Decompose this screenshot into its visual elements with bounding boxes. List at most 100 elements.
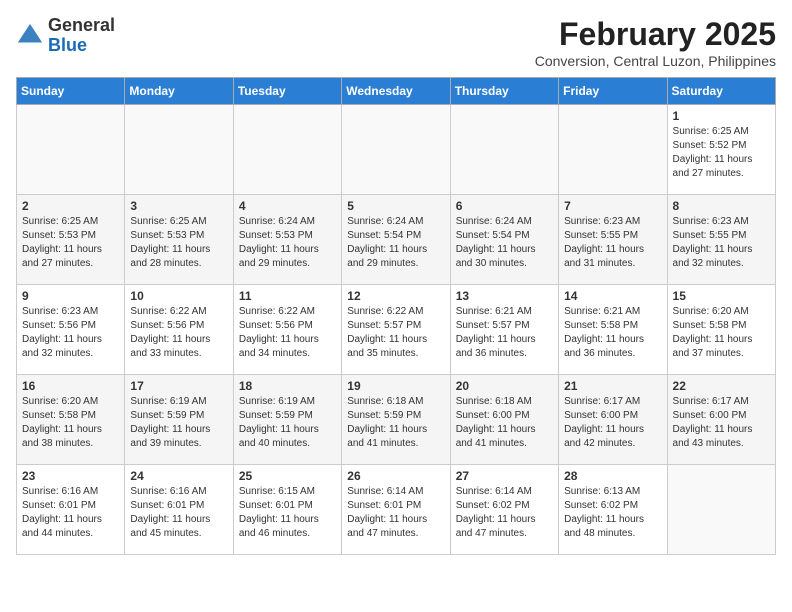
day-number: 21 [564,379,661,393]
day-cell: 2 Sunrise: 6:25 AM Sunset: 5:53 PM Daylig… [17,195,125,285]
day-cell: 20 Sunrise: 6:18 AM Sunset: 6:00 PM Dayli… [450,375,558,465]
day-number: 13 [456,289,553,303]
day-cell: 9Sunrise: 6:23 AM Sunset: 5:56 PM Daylig… [17,285,125,375]
column-header-thursday: Thursday [450,78,558,105]
day-info: Sunrise: 6:17 AM Sunset: 6:00 PM Dayligh… [564,395,661,451]
day-number: 27 [456,469,553,483]
week-row-2: 2 Sunrise: 6:25 AM Sunset: 5:53 PM Daylig… [17,195,776,285]
day-info: Sunrise: 6:25 AM Sunset: 5:53 PM Dayligh… [130,215,227,271]
day-number: 15 [673,289,770,303]
day-number: 25 [239,469,336,483]
day-number: 24 [130,469,227,483]
day-number: 22 [673,379,770,393]
day-number: 4 [239,199,336,213]
day-cell: 23Sunrise: 6:16 AM Sunset: 6:01 PM Dayli… [17,465,125,555]
day-info: Sunrise: 6:23 AM Sunset: 5:55 PM Dayligh… [673,215,770,271]
day-info: Sunrise: 6:23 AM Sunset: 5:56 PM Dayligh… [22,305,119,361]
day-info: Sunrise: 6:25 AM Sunset: 5:52 PM Dayligh… [673,125,770,181]
week-row-4: 16 Sunrise: 6:20 AM Sunset: 5:58 PM Dayli… [17,375,776,465]
day-info: Sunrise: 6:14 AM Sunset: 6:02 PM Dayligh… [456,485,553,541]
day-info: Sunrise: 6:19 AM Sunset: 5:59 PM Dayligh… [130,395,227,451]
day-number: 6 [456,199,553,213]
day-cell [450,105,558,195]
day-number: 7 [564,199,661,213]
day-number: 23 [22,469,119,483]
day-info: Sunrise: 6:17 AM Sunset: 6:00 PM Dayligh… [673,395,770,451]
day-info: Sunrise: 6:22 AM Sunset: 5:57 PM Dayligh… [347,305,444,361]
day-info: Sunrise: 6:20 AM Sunset: 5:58 PM Dayligh… [673,305,770,361]
day-number: 10 [130,289,227,303]
day-cell: 27 Sunrise: 6:14 AM Sunset: 6:02 PM Dayli… [450,465,558,555]
day-cell [17,105,125,195]
week-row-3: 9Sunrise: 6:23 AM Sunset: 5:56 PM Daylig… [17,285,776,375]
day-info: Sunrise: 6:21 AM Sunset: 5:57 PM Dayligh… [456,305,553,361]
day-info: Sunrise: 6:22 AM Sunset: 5:56 PM Dayligh… [130,305,227,361]
day-number: 14 [564,289,661,303]
day-number: 26 [347,469,444,483]
day-number: 5 [347,199,444,213]
day-number: 12 [347,289,444,303]
day-cell: 10 Sunrise: 6:22 AM Sunset: 5:56 PM Dayli… [125,285,233,375]
calendar-table: SundayMondayTuesdayWednesdayThursdayFrid… [16,77,776,555]
column-header-wednesday: Wednesday [342,78,450,105]
column-header-monday: Monday [125,78,233,105]
header-row: SundayMondayTuesdayWednesdayThursdayFrid… [17,78,776,105]
day-info: Sunrise: 6:13 AM Sunset: 6:02 PM Dayligh… [564,485,661,541]
title-block: February 2025 Conversion, Central Luzon,… [535,16,776,69]
day-cell: 3 Sunrise: 6:25 AM Sunset: 5:53 PM Daylig… [125,195,233,285]
day-cell: 17Sunrise: 6:19 AM Sunset: 5:59 PM Dayli… [125,375,233,465]
day-cell: 13 Sunrise: 6:21 AM Sunset: 5:57 PM Dayli… [450,285,558,375]
day-number: 18 [239,379,336,393]
day-cell: 16 Sunrise: 6:20 AM Sunset: 5:58 PM Dayli… [17,375,125,465]
week-row-5: 23 Sunrise: 6:16 AM Sunset: 6:01 PM Dayli… [17,465,776,555]
day-number: 3 [130,199,227,213]
day-number: 8 [673,199,770,213]
day-info: Sunrise: 6:16 AM Sunset: 6:01 PM Dayligh… [130,485,227,541]
day-info: Sunrise: 6:20 AM Sunset: 5:58 PM Dayligh… [22,395,119,451]
day-number: 28 [564,469,661,483]
day-cell: 19Sunrise: 6:18 AM Sunset: 5:59 PM Dayli… [342,375,450,465]
day-cell: 12 Sunrise: 6:22 AM Sunset: 5:57 PM Dayli… [342,285,450,375]
day-info: Sunrise: 6:23 AM Sunset: 5:55 PM Dayligh… [564,215,661,271]
day-cell: 4 Sunrise: 6:24 AM Sunset: 5:53 PM Daylig… [233,195,341,285]
location: Conversion, Central Luzon, Philippines [535,53,776,69]
day-cell: 15 Sunrise: 6:20 AM Sunset: 5:58 PM Dayli… [667,285,775,375]
column-header-friday: Friday [559,78,667,105]
day-info: Sunrise: 6:18 AM Sunset: 5:59 PM Dayligh… [347,395,444,451]
day-cell: 26 Sunrise: 6:14 AM Sunset: 6:01 PM Dayli… [342,465,450,555]
week-row-1: 1 Sunrise: 6:25 AM Sunset: 5:52 PM Daylig… [17,105,776,195]
day-number: 11 [239,289,336,303]
day-info: Sunrise: 6:22 AM Sunset: 5:56 PM Dayligh… [239,305,336,361]
day-info: Sunrise: 6:24 AM Sunset: 5:54 PM Dayligh… [456,215,553,271]
day-info: Sunrise: 6:24 AM Sunset: 5:53 PM Dayligh… [239,215,336,271]
day-cell [233,105,341,195]
day-cell: 25 Sunrise: 6:15 AM Sunset: 6:01 PM Dayli… [233,465,341,555]
day-cell: 5Sunrise: 6:24 AM Sunset: 5:54 PM Daylig… [342,195,450,285]
day-info: Sunrise: 6:14 AM Sunset: 6:01 PM Dayligh… [347,485,444,541]
column-header-sunday: Sunday [17,78,125,105]
logo-text: General Blue [48,16,115,56]
day-info: Sunrise: 6:25 AM Sunset: 5:53 PM Dayligh… [22,215,119,271]
day-info: Sunrise: 6:15 AM Sunset: 6:01 PM Dayligh… [239,485,336,541]
day-number: 1 [673,109,770,123]
column-header-tuesday: Tuesday [233,78,341,105]
month-year: February 2025 [535,16,776,53]
day-cell: 24 Sunrise: 6:16 AM Sunset: 6:01 PM Dayli… [125,465,233,555]
page-header: General Blue February 2025 Conversion, C… [16,16,776,69]
day-info: Sunrise: 6:18 AM Sunset: 6:00 PM Dayligh… [456,395,553,451]
day-cell: 21 Sunrise: 6:17 AM Sunset: 6:00 PM Dayli… [559,375,667,465]
column-header-saturday: Saturday [667,78,775,105]
day-cell: 7 Sunrise: 6:23 AM Sunset: 5:55 PM Daylig… [559,195,667,285]
day-number: 16 [22,379,119,393]
day-info: Sunrise: 6:21 AM Sunset: 5:58 PM Dayligh… [564,305,661,361]
day-number: 2 [22,199,119,213]
logo: General Blue [16,16,115,56]
day-number: 20 [456,379,553,393]
logo-blue: Blue [48,35,87,55]
day-cell [125,105,233,195]
day-cell: 1 Sunrise: 6:25 AM Sunset: 5:52 PM Daylig… [667,105,775,195]
day-cell: 11 Sunrise: 6:22 AM Sunset: 5:56 PM Dayli… [233,285,341,375]
day-cell: 14 Sunrise: 6:21 AM Sunset: 5:58 PM Dayli… [559,285,667,375]
logo-general: General [48,15,115,35]
day-cell: 6 Sunrise: 6:24 AM Sunset: 5:54 PM Daylig… [450,195,558,285]
